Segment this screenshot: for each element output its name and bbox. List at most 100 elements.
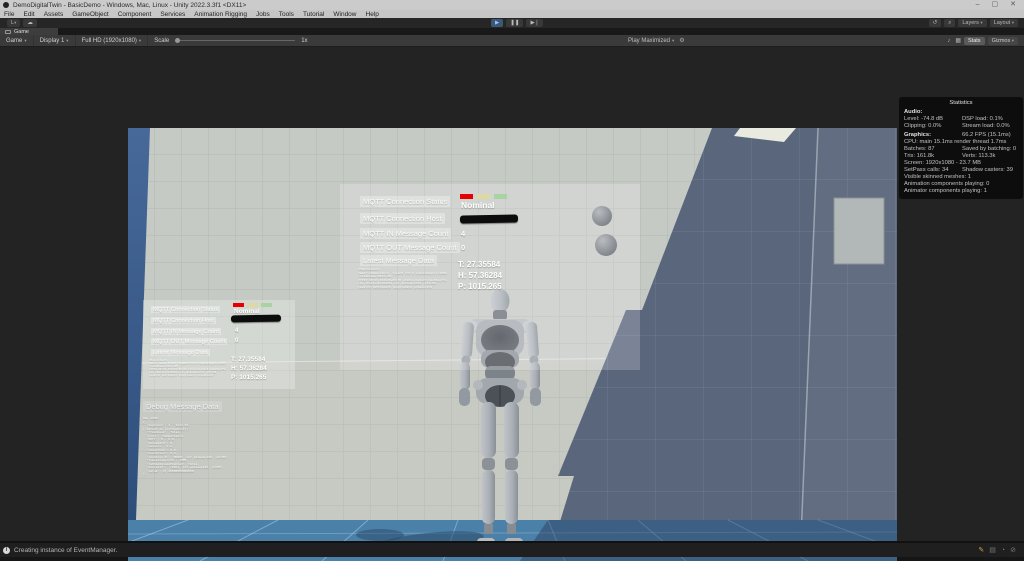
display-dropdown[interactable]: Display 1 ▾ bbox=[34, 35, 76, 46]
debug-message-panel: Debug Message Data Raw JSON: { 'msgCount… bbox=[143, 396, 303, 477]
game-render-viewport[interactable]: MQTT Connection Status Nominal MQTT Conn… bbox=[128, 128, 897, 561]
menu-edit[interactable]: Edit bbox=[23, 11, 34, 18]
stats-saved-by-batching: Saved by batching: 0 bbox=[962, 146, 1016, 153]
temperature-value: T: 27.35584 bbox=[231, 356, 265, 363]
debug-raw-json: Raw JSON: { 'msgCount': 4, '2023-08-...'… bbox=[143, 417, 303, 477]
mute-audio-icon[interactable]: ♪ bbox=[947, 38, 950, 44]
layers-label: Layers bbox=[962, 20, 979, 26]
menu-component[interactable]: Component bbox=[118, 11, 152, 18]
status-indicator-yellow bbox=[477, 194, 490, 199]
status-bar: i Creating instance of EventManager. ✎ ▤… bbox=[0, 541, 1024, 557]
stats-graphics-heading: Graphics: bbox=[904, 132, 962, 139]
main-toolbar: L ▾ ☁ ▶ ❚❚ ▶❘ ↺ ⌕ Layers ▾ Layout ▾ bbox=[0, 18, 1024, 28]
play-button[interactable]: ▶ bbox=[491, 19, 503, 27]
mqtt-in-label: MQTT IN Message Count bbox=[151, 328, 221, 335]
chevron-down-icon: ▾ bbox=[1012, 38, 1014, 43]
stats-cpu: CPU: main 15.1ms render thread 1.7ms bbox=[904, 139, 1018, 146]
layout-dropdown[interactable]: Layout ▾ bbox=[990, 19, 1018, 27]
stats-batches: Batches: 87 bbox=[904, 146, 962, 153]
status-indicator-red bbox=[233, 303, 244, 307]
activity-brush-icon[interactable]: ✎ bbox=[978, 546, 984, 554]
chevron-down-icon: ▾ bbox=[672, 38, 674, 44]
menu-file[interactable]: File bbox=[4, 11, 14, 18]
minimize-icon[interactable]: – bbox=[976, 0, 980, 10]
history-icon: ↺ bbox=[933, 20, 938, 26]
info-icon: i bbox=[3, 547, 10, 554]
mqtt-out-label: MQTT OUT Message Count bbox=[151, 338, 227, 345]
chevron-down-icon: ▾ bbox=[14, 20, 16, 26]
account-icon[interactable]: L ▾ bbox=[7, 19, 20, 27]
game-view-panel: MQTT Connection Status Nominal MQTT Conn… bbox=[0, 47, 1024, 541]
unity-logo-icon bbox=[3, 2, 9, 8]
chevron-down-icon: ▾ bbox=[980, 20, 982, 26]
stats-screen: Screen: 1920x1080 - 23.7 MB bbox=[904, 160, 1018, 167]
scale-slider-knob[interactable] bbox=[175, 38, 180, 43]
title-bar: DemoDigitalTwin - BasicDemo - Windows, M… bbox=[0, 0, 1024, 10]
view-mode-label: Game bbox=[6, 38, 22, 44]
progress-icon[interactable]: ◔ bbox=[1001, 547, 1005, 554]
pressure-value: P: 1015.265 bbox=[458, 282, 502, 291]
gear-icon[interactable]: ⚙ bbox=[679, 37, 684, 44]
mqtt-in-value: 4 bbox=[235, 328, 238, 334]
search-button[interactable]: ⌕ bbox=[944, 19, 955, 27]
layout-label: Layout bbox=[994, 20, 1011, 26]
stats-clipping: Clipping: 0.0% bbox=[904, 123, 962, 130]
maximize-icon[interactable]: ▢ bbox=[992, 0, 999, 10]
gizmos-dropdown[interactable]: Gizmos ▾ bbox=[988, 37, 1018, 45]
status-indicator-red bbox=[460, 194, 473, 199]
menu-tutorial[interactable]: Tutorial bbox=[303, 11, 324, 18]
menu-tools[interactable]: Tools bbox=[279, 11, 294, 18]
humidity-value: H: 57.36284 bbox=[231, 365, 267, 372]
mqtt-out-value: 0 bbox=[461, 243, 465, 252]
status-message[interactable]: Creating instance of EventManager. bbox=[14, 547, 117, 554]
pause-button[interactable]: ❚❚ bbox=[506, 19, 523, 27]
mqtt-in-label: MQTT IN Message Count bbox=[360, 228, 451, 239]
chevron-down-icon: ▾ bbox=[66, 38, 68, 44]
collab-status-icon[interactable]: ⊘ bbox=[1010, 546, 1016, 554]
undo-history-button[interactable]: ↺ bbox=[929, 19, 942, 27]
pause-icon: ❚❚ bbox=[510, 20, 519, 26]
mqtt-status-value: Nominal bbox=[234, 308, 260, 315]
temperature-value: T: 27.35584 bbox=[458, 260, 500, 269]
stats-stream-load: Stream load: 0.0% bbox=[962, 123, 1010, 130]
display-label: Display 1 bbox=[40, 38, 65, 44]
chevron-down-icon: ▾ bbox=[139, 38, 141, 44]
menu-services[interactable]: Services bbox=[160, 11, 185, 18]
stats-visible-skinned-meshes: Visible skinned meshes: 1 bbox=[904, 174, 1018, 181]
vsync-icon[interactable]: ▦ bbox=[955, 37, 961, 44]
menu-help[interactable]: Help bbox=[366, 11, 379, 18]
menu-window[interactable]: Window bbox=[333, 11, 356, 18]
mqtt-hud-panel: MQTT Connection Status Nominal MQTT Conn… bbox=[143, 300, 295, 389]
close-icon[interactable]: ✕ bbox=[1010, 0, 1016, 10]
statistics-panel: Statistics Audio: Level: -74.8 dB DSP lo… bbox=[899, 97, 1023, 199]
view-mode-dropdown[interactable]: Game ▾ bbox=[0, 35, 34, 46]
debug-panel-title: Debug Message Data bbox=[143, 401, 222, 412]
window-title: DemoDigitalTwin - BasicDemo - Windows, M… bbox=[13, 2, 246, 9]
stats-fps: 66.2 FPS (15.1ms) bbox=[962, 132, 1011, 139]
menu-jobs[interactable]: Jobs bbox=[256, 11, 270, 18]
stats-setpass-calls: SetPass calls: 34 bbox=[904, 167, 962, 174]
menu-gameobject[interactable]: GameObject bbox=[72, 11, 109, 18]
mqtt-latest-label: Latest Message Data bbox=[360, 255, 437, 266]
statistics-title: Statistics bbox=[904, 100, 1018, 107]
step-button[interactable]: ▶❘ bbox=[526, 19, 543, 27]
mqtt-status-label: MQTT Connection Status bbox=[360, 196, 450, 207]
scale-slider[interactable] bbox=[175, 40, 295, 41]
tab-game[interactable]: Game bbox=[0, 28, 58, 35]
stats-toggle-button[interactable]: Stats bbox=[964, 37, 985, 45]
cloud-icon[interactable]: ☁ bbox=[23, 19, 37, 27]
mqtt-status-value: Nominal bbox=[461, 200, 495, 210]
play-mode-dropdown[interactable]: Play Maximized ▾ bbox=[628, 38, 674, 44]
play-mode-label: Play Maximized bbox=[628, 38, 670, 44]
mqtt-latest-label: Latest Message Data bbox=[151, 349, 210, 356]
game-toolbar: Game ▾ Display 1 ▾ Full HD (1920x1080) ▾… bbox=[0, 35, 1024, 47]
menu-assets[interactable]: Assets bbox=[44, 11, 64, 18]
menu-animation-rigging[interactable]: Animation Rigging bbox=[194, 11, 247, 18]
stats-verts: Verts: 113.3k bbox=[962, 153, 995, 160]
stats-animation-components: Animation components playing: 0 bbox=[904, 181, 1018, 188]
layers-dropdown[interactable]: Layers ▾ bbox=[958, 19, 986, 27]
resolution-dropdown[interactable]: Full HD (1920x1080) ▾ bbox=[76, 35, 149, 46]
mqtt-host-label: MQTT Connection Host bbox=[151, 317, 216, 324]
mqtt-host-redacted bbox=[460, 214, 518, 223]
console-log-icon[interactable]: ▤ bbox=[989, 546, 996, 554]
